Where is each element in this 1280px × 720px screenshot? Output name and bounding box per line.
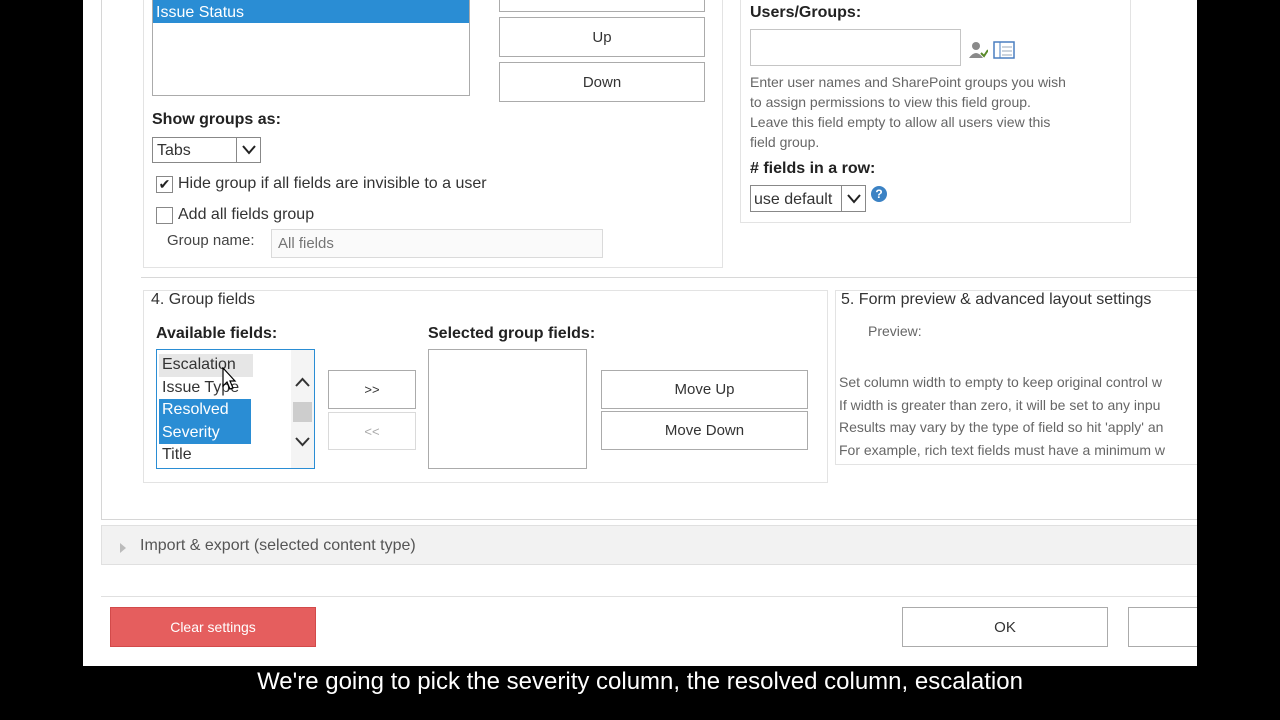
settings-container-border xyxy=(101,0,1197,520)
import-export-section[interactable]: Import & export (selected content type) xyxy=(101,525,1197,565)
settings-dialog: Issue Status Up Down Show groups as: Tab… xyxy=(83,0,1197,666)
footer-divider xyxy=(101,596,1197,597)
import-export-label[interactable]: Import & export (selected content type) xyxy=(140,537,416,555)
video-subtitle: We're going to pick the severity column,… xyxy=(257,668,1023,695)
cancel-button[interactable] xyxy=(1128,607,1197,647)
expand-triangle-icon[interactable] xyxy=(120,540,126,558)
clear-settings-button[interactable]: Clear settings xyxy=(110,607,316,647)
ok-button[interactable]: OK xyxy=(902,607,1108,647)
